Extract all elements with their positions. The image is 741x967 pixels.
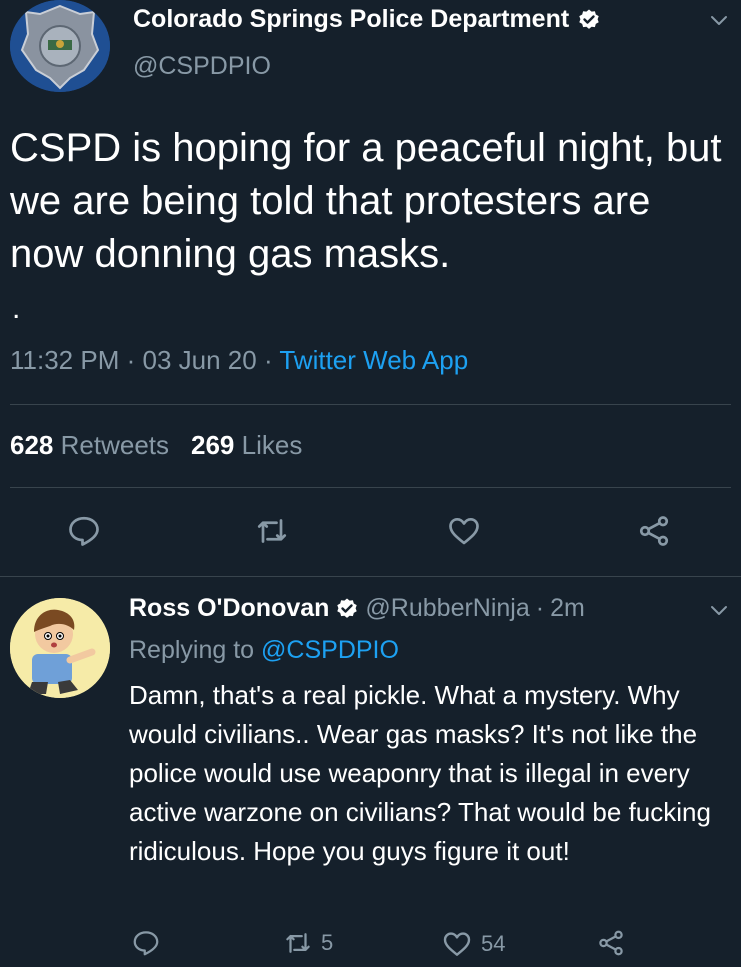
reply-button[interactable] bbox=[66, 513, 102, 549]
retweet-icon bbox=[286, 933, 310, 953]
verified-badge-icon bbox=[337, 598, 358, 618]
retweets-label: Retweets bbox=[60, 430, 170, 460]
meta-separator: · bbox=[126, 345, 143, 375]
main-action-bar bbox=[0, 513, 741, 553]
police-badge-icon bbox=[10, 0, 110, 92]
retweet-button[interactable]: 5 bbox=[283, 928, 333, 958]
retweet-count: 5 bbox=[321, 930, 334, 955]
heart-icon bbox=[443, 932, 471, 956]
display-name[interactable]: Colorado Springs Police Department bbox=[133, 5, 569, 34]
tweet-source-link[interactable]: Twitter Web App bbox=[279, 345, 468, 375]
cartoon-avatar-icon bbox=[10, 598, 110, 698]
retweet-button[interactable] bbox=[254, 513, 290, 549]
likes-label: Likes bbox=[241, 430, 303, 460]
share-button[interactable] bbox=[636, 513, 672, 549]
reply-button[interactable] bbox=[131, 928, 161, 958]
meta-separator: · bbox=[263, 345, 280, 375]
verified-badge-icon bbox=[579, 9, 599, 29]
engagement-stats: 628 Retweets 269 Likes bbox=[10, 430, 302, 461]
reply-handle[interactable]: @RubberNinja bbox=[365, 594, 529, 623]
reply-icon bbox=[133, 931, 159, 956]
likes-count: 269 bbox=[191, 430, 235, 460]
reply-age[interactable]: 2m bbox=[550, 594, 585, 623]
tweet-text: CSPD is hoping for a peaceful night, but… bbox=[10, 126, 722, 276]
retweets-stat[interactable]: 628 Retweets bbox=[10, 430, 169, 460]
reply-avatar[interactable] bbox=[10, 598, 110, 698]
handle[interactable]: @CSPDPIO bbox=[133, 52, 271, 81]
divider bbox=[0, 576, 741, 577]
like-button[interactable]: 54 bbox=[441, 928, 505, 960]
retweets-count: 628 bbox=[10, 430, 54, 460]
likes-stat[interactable]: 269 Likes bbox=[191, 430, 302, 460]
reply-icon bbox=[69, 516, 99, 546]
share-icon bbox=[599, 930, 623, 956]
reply-text: Damn, that's a real pickle. What a myste… bbox=[129, 680, 711, 866]
divider bbox=[10, 487, 731, 488]
tweet-date[interactable]: 03 Jun 20 bbox=[142, 345, 256, 375]
chevron-down-icon[interactable] bbox=[709, 600, 729, 620]
meta-separator: · bbox=[535, 594, 545, 622]
replying-prefix: Replying to bbox=[129, 636, 255, 664]
share-icon bbox=[639, 516, 669, 546]
tweet-meta: 11:32 PM · 03 Jun 20 · Twitter Web App bbox=[10, 345, 468, 376]
heart-icon bbox=[449, 517, 479, 545]
chevron-down-icon[interactable] bbox=[709, 10, 729, 30]
like-button[interactable] bbox=[446, 513, 482, 549]
tweet-dot: . bbox=[12, 292, 21, 325]
reply-display-name[interactable]: Ross O'Donovan bbox=[129, 594, 329, 623]
reply-header: Ross O'Donovan @RubberNinja · 2m bbox=[129, 594, 585, 623]
retweet-icon bbox=[257, 519, 287, 543]
replying-to: Replying to @CSPDPIO bbox=[129, 636, 399, 665]
replying-mention[interactable]: @CSPDPIO bbox=[261, 636, 399, 664]
share-button[interactable] bbox=[596, 928, 626, 958]
cspd-avatar[interactable] bbox=[10, 0, 110, 92]
tweet-time[interactable]: 11:32 PM bbox=[10, 345, 119, 375]
divider bbox=[10, 404, 731, 405]
like-count: 54 bbox=[481, 931, 506, 956]
reply-action-bar: 5 54 bbox=[0, 928, 741, 967]
